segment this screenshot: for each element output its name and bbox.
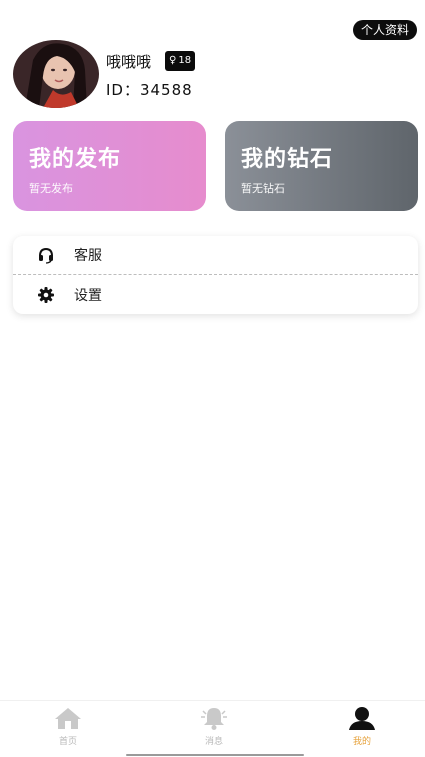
tab-mine[interactable]: 我的 bbox=[322, 705, 402, 749]
my-diamonds-card[interactable]: 我的钻石 暂无钻石 bbox=[225, 121, 418, 211]
tab-label-messages: 消息 bbox=[204, 737, 223, 747]
menu-label-settings: 设置 bbox=[74, 287, 102, 304]
my-posts-card[interactable]: 我的发布 暂无发布 bbox=[13, 121, 206, 211]
user-id: ID：34588 bbox=[106, 81, 193, 99]
my-posts-title: 我的发布 bbox=[29, 147, 122, 172]
menu-label-customer-service: 客服 bbox=[74, 248, 102, 264]
menu-item-customer-service[interactable]: 客服 bbox=[13, 236, 418, 275]
menu-item-settings[interactable]: 设置 bbox=[13, 275, 418, 314]
settings-menu: 客服 设置 bbox=[13, 236, 418, 314]
profile-info-button[interactable]: 个人资料 bbox=[352, 20, 417, 40]
age-value: 18 bbox=[178, 55, 192, 66]
my-diamonds-subtitle: 暂无钻石 bbox=[241, 182, 285, 195]
headset-icon bbox=[37, 246, 55, 264]
profile-page: 个人资料 哦哦哦 ♀ 18 ID：34588 我的发布 暂无发布 我的钻石 暂无… bbox=[0, 0, 425, 757]
female-icon: ♀ bbox=[169, 55, 177, 66]
my-posts-subtitle: 暂无发布 bbox=[29, 182, 73, 195]
bell-icon bbox=[199, 705, 229, 731]
user-name: 哦哦哦 bbox=[106, 53, 152, 71]
tab-home[interactable]: 首页 bbox=[28, 705, 108, 749]
gear-icon bbox=[37, 286, 55, 304]
tab-messages[interactable]: 消息 bbox=[174, 705, 254, 749]
home-indicator bbox=[126, 754, 304, 756]
tab-label-home: 首页 bbox=[58, 737, 77, 747]
home-icon bbox=[53, 705, 83, 731]
bottom-tab-bar: 首页 消息 我的 bbox=[0, 700, 425, 757]
my-diamonds-title: 我的钻石 bbox=[241, 147, 334, 172]
gender-age-badge: ♀ 18 bbox=[165, 51, 196, 71]
user-icon bbox=[347, 705, 377, 731]
tab-label-mine: 我的 bbox=[352, 737, 371, 747]
avatar[interactable] bbox=[13, 40, 99, 108]
